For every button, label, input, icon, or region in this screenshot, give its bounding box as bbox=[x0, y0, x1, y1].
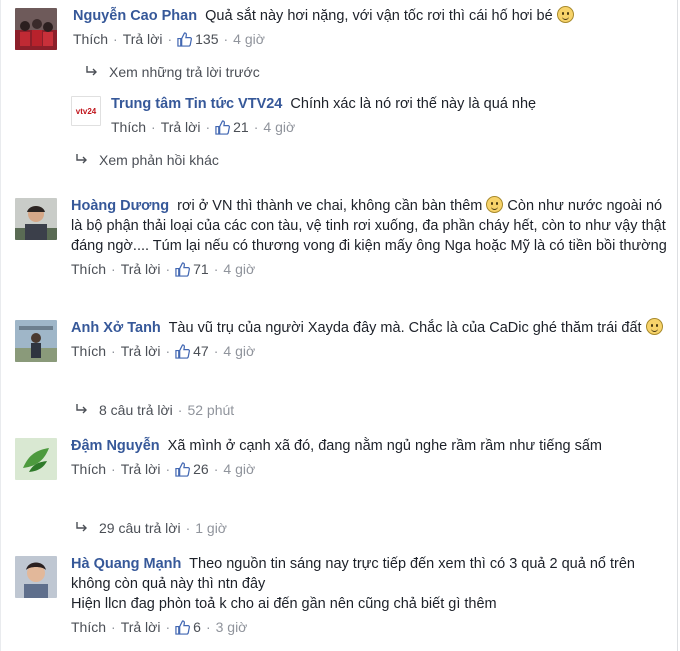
reply-arrow-icon bbox=[86, 66, 97, 76]
thumbs-up-icon[interactable] bbox=[175, 343, 191, 359]
comment-1: Nguyễn Cao Phan Quả sắt này hơi nặng, vớ… bbox=[15, 6, 667, 50]
comment-actions: Thích · Trả lời · 6 · 3 giờ bbox=[71, 617, 248, 637]
smile-emoji-icon bbox=[556, 6, 574, 23]
view-previous-replies[interactable]: Xem những trả lời trước bbox=[85, 62, 260, 82]
like-link[interactable]: Thích bbox=[111, 117, 146, 137]
thumbs-up-icon[interactable] bbox=[215, 119, 231, 135]
comment-4: Đậm Nguyễn Xã mình ở cạnh xã đó, đang nằ… bbox=[15, 436, 667, 480]
timestamp[interactable]: 4 giờ bbox=[223, 259, 255, 279]
timestamp[interactable]: 4 giờ bbox=[263, 117, 295, 137]
thumbs-up-icon[interactable] bbox=[175, 461, 191, 477]
view-more-replies[interactable]: Xem phản hồi khác bbox=[75, 150, 219, 170]
comment-2: Hoàng Dương rơi ở VN thì thành ve chai, … bbox=[15, 196, 667, 279]
reply-arrow-icon bbox=[76, 522, 87, 532]
replies-time: 1 giờ bbox=[195, 520, 227, 536]
grin-emoji-icon bbox=[486, 196, 504, 213]
like-link[interactable]: Thích bbox=[71, 341, 106, 361]
comment-text: Tàu vũ trụ của người Xayda đây mà. Chắc … bbox=[168, 320, 642, 336]
timestamp[interactable]: 3 giờ bbox=[216, 617, 248, 637]
like-link[interactable]: Thích bbox=[71, 259, 106, 279]
thumbs-up-icon[interactable] bbox=[175, 261, 191, 277]
thumbs-up-icon[interactable] bbox=[177, 31, 193, 47]
commenter-name[interactable]: Đậm Nguyễn bbox=[71, 438, 160, 454]
reply-arrow-icon bbox=[76, 404, 87, 414]
avatar[interactable] bbox=[15, 198, 57, 240]
view-previous-replies-label[interactable]: Xem những trả lời trước bbox=[109, 62, 260, 82]
timestamp[interactable]: 4 giờ bbox=[223, 459, 255, 479]
comment-text-continued: Hiện llcn đag phòn toả k cho ai đến gần … bbox=[71, 596, 497, 612]
reply-link[interactable]: Trả lời bbox=[121, 459, 161, 479]
avatar[interactable] bbox=[15, 8, 57, 50]
like-count[interactable]: 26 bbox=[193, 459, 209, 479]
comments-panel: Nguyễn Cao Phan Quả sắt này hơi nặng, vớ… bbox=[0, 0, 678, 651]
like-count[interactable]: 135 bbox=[195, 29, 218, 49]
commenter-name[interactable]: Trung tâm Tin tức VTV24 bbox=[111, 96, 282, 112]
comment-text: rơi ở VN thì thành ve chai, không cần bà… bbox=[177, 198, 483, 214]
grin-emoji-icon bbox=[645, 318, 663, 335]
reply-link[interactable]: Trả lời bbox=[123, 29, 163, 49]
comment-text: Quả sắt này hơi nặng, với vận tốc rơi th… bbox=[205, 8, 553, 24]
reply-link[interactable]: Trả lời bbox=[121, 617, 161, 637]
view-replies-3[interactable]: 8 câu trả lời · 52 phút bbox=[75, 400, 234, 420]
comment-actions: Thích · Trả lời · 26 · 4 giờ bbox=[71, 459, 256, 479]
comment-actions: Thích · Trả lời · 71 · 4 giờ bbox=[71, 259, 256, 279]
avatar[interactable] bbox=[15, 556, 57, 598]
commenter-name[interactable]: Hà Quang Mạnh bbox=[71, 556, 181, 572]
reply-link[interactable]: Trả lời bbox=[121, 341, 161, 361]
avatar[interactable] bbox=[15, 320, 57, 362]
reply-arrow-icon bbox=[76, 154, 87, 164]
comment-actions: Thích · Trả lời · 47 · 4 giờ bbox=[71, 341, 256, 361]
replies-time: 52 phút bbox=[187, 402, 235, 418]
view-more-replies-label[interactable]: Xem phản hồi khác bbox=[99, 150, 219, 170]
thumbs-up-icon[interactable] bbox=[175, 619, 191, 635]
reply-link[interactable]: Trả lời bbox=[161, 117, 201, 137]
comment-actions: Thích · Trả lời · 135 · 4 giờ bbox=[73, 29, 265, 49]
like-link[interactable]: Thích bbox=[71, 459, 106, 479]
timestamp[interactable]: 4 giờ bbox=[223, 341, 255, 361]
comment-5: Hà Quang Mạnh Theo nguồn tin sáng nay tr… bbox=[15, 554, 667, 637]
replies-count[interactable]: 8 câu trả lời bbox=[99, 400, 173, 420]
avatar[interactable] bbox=[15, 438, 57, 480]
reply-vtv24: vtv24 Trung tâm Tin tức VTV24 Chính xác … bbox=[71, 94, 667, 137]
view-replies-4[interactable]: 29 câu trả lời · 1 giờ bbox=[75, 518, 227, 538]
comment-3: Anh Xở Tanh Tàu vũ trụ của người Xayda đ… bbox=[15, 318, 667, 362]
like-link[interactable]: Thích bbox=[73, 29, 108, 49]
like-count[interactable]: 71 bbox=[193, 259, 209, 279]
commenter-name[interactable]: Hoàng Dương bbox=[71, 198, 169, 214]
commenter-name[interactable]: Anh Xở Tanh bbox=[71, 320, 161, 336]
comment-text: Chính xác là nó rơi thế này là quá nhẹ bbox=[290, 96, 537, 112]
like-count[interactable]: 47 bbox=[193, 341, 209, 361]
commenter-name[interactable]: Nguyễn Cao Phan bbox=[73, 8, 197, 24]
vtv24-avatar[interactable]: vtv24 bbox=[71, 96, 101, 126]
like-count[interactable]: 21 bbox=[233, 117, 249, 137]
comment-text: Xã mình ở cạnh xã đó, đang nằm ngủ nghe … bbox=[167, 438, 602, 454]
reply-link[interactable]: Trả lời bbox=[121, 259, 161, 279]
like-count[interactable]: 6 bbox=[193, 617, 201, 637]
timestamp[interactable]: 4 giờ bbox=[233, 29, 265, 49]
replies-count[interactable]: 29 câu trả lời bbox=[99, 518, 181, 538]
like-link[interactable]: Thích bbox=[71, 617, 106, 637]
comment-actions: Thích · Trả lời · 21 · 4 giờ bbox=[111, 117, 296, 137]
